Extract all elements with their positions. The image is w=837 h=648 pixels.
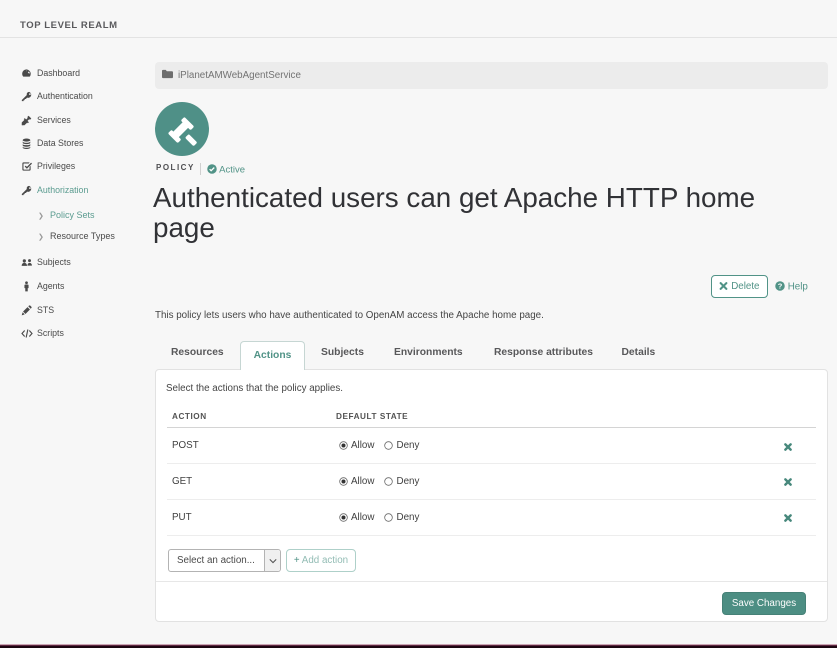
svg-text:?: ? (778, 282, 783, 291)
